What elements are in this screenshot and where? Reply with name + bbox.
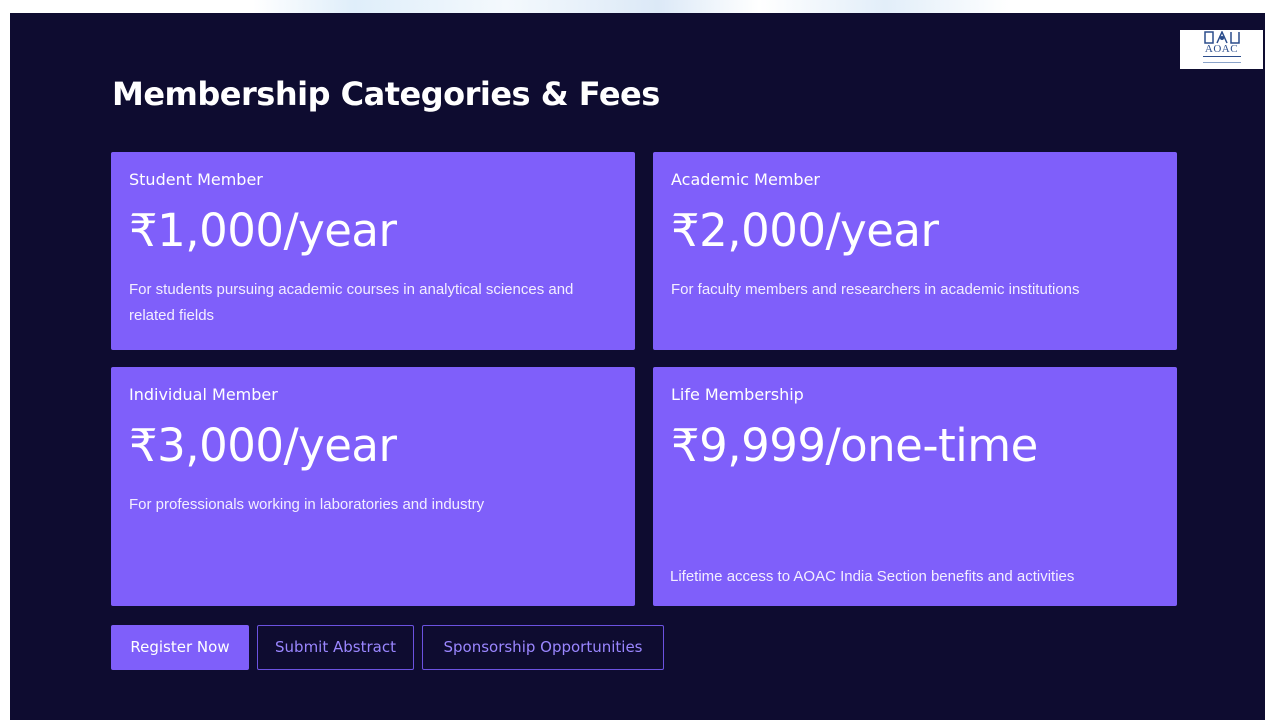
card-price: ₹3,000/year [129,419,397,472]
submit-abstract-button[interactable]: Submit Abstract [257,625,414,670]
aoac-logo: AOAC [1180,30,1263,69]
card-description: For students pursuing academic courses i… [129,281,574,324]
card-name: Academic Member [671,170,820,189]
sponsorship-opportunities-button[interactable]: Sponsorship Opportunities [422,625,664,670]
card-name: Individual Member [129,385,278,404]
membership-card-student: Student Member ₹1,000/year For students … [111,152,635,350]
membership-card-academic: Academic Member ₹2,000/year For faculty … [653,152,1177,350]
logo-text: AOAC [1204,43,1239,55]
membership-card-individual: Individual Member ₹3,000/year For profes… [111,367,635,606]
page-title: Membership Categories & Fees [112,75,660,113]
card-price: ₹9,999/one-time [671,419,1038,472]
membership-card-life: Life Membership ₹9,999/one-time Lifetime… [653,367,1177,606]
card-description: For professionals working in laboratorie… [129,496,485,513]
register-now-button[interactable]: Register Now [111,625,249,670]
card-name: Life Membership [671,385,804,404]
card-price: ₹2,000/year [671,204,939,257]
card-description: Lifetime access to AOAC India Section be… [670,568,1075,585]
logo-subline [1202,56,1241,63]
top-banner-strip [0,0,1265,13]
card-name: Student Member [129,170,263,189]
card-price: ₹1,000/year [129,204,397,257]
card-description: For faculty members and researchers in a… [671,281,1080,298]
